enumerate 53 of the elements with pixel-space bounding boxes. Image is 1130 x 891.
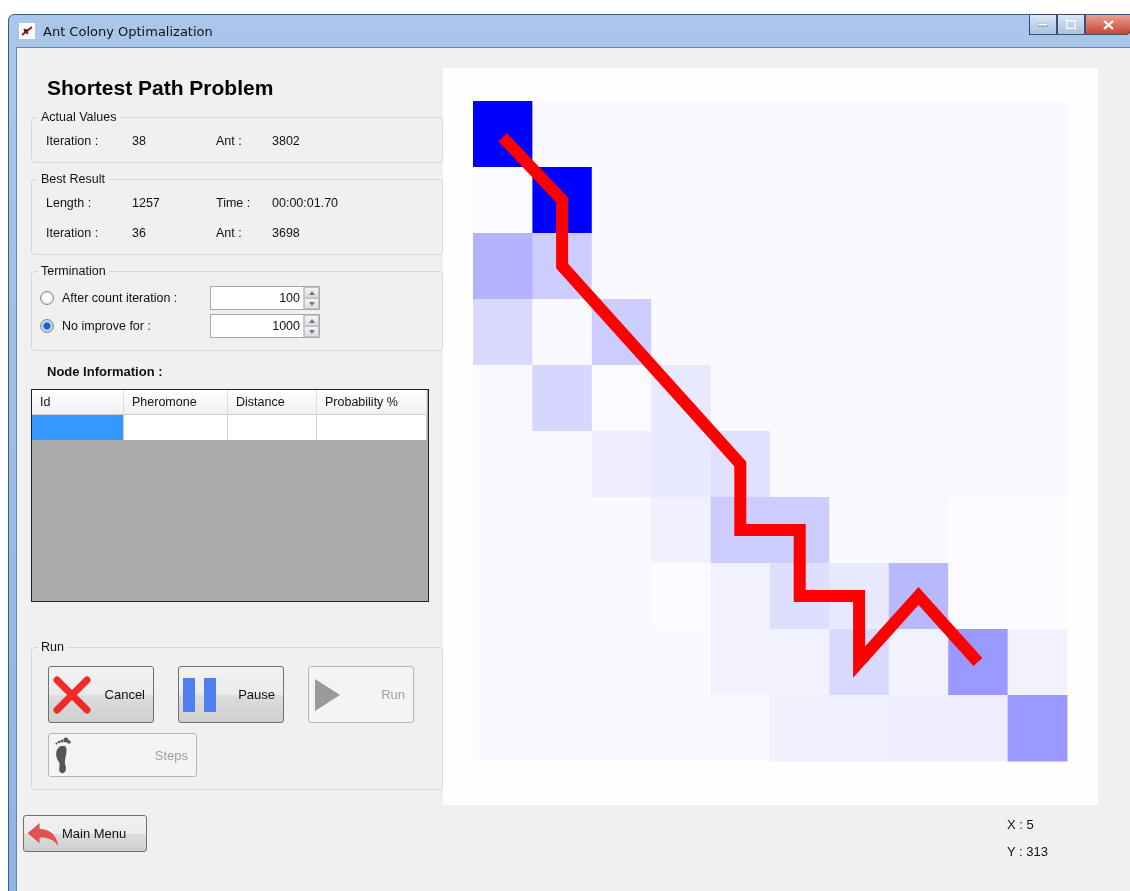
spin-up-icon[interactable]	[304, 315, 319, 326]
field-value: 36	[132, 226, 147, 240]
column-header[interactable]: Pheromone	[124, 390, 228, 415]
pause-icon	[183, 675, 219, 714]
field-value: 38	[132, 134, 147, 148]
cancel-button[interactable]: Cancel	[48, 666, 154, 723]
table-cell[interactable]	[317, 415, 427, 440]
group-title: Run	[40, 640, 65, 654]
spin-down-icon[interactable]	[304, 326, 319, 337]
section-title: Node Information :	[47, 364, 164, 379]
field-label: Iteration :	[46, 226, 100, 240]
spin-down-icon[interactable]	[304, 298, 319, 309]
back-arrow-icon	[26, 820, 60, 847]
pause-button[interactable]: Pause	[178, 666, 284, 723]
field-value: 00:00:01.70	[272, 196, 340, 210]
field-label: Ant :	[216, 134, 243, 148]
field-value: 1257	[132, 196, 161, 210]
play-icon	[313, 676, 341, 713]
minimize-button[interactable]	[1029, 14, 1057, 35]
table-cell[interactable]	[32, 415, 124, 440]
field-label: Iteration :	[46, 134, 100, 148]
x-icon	[53, 675, 91, 714]
close-icon	[1102, 19, 1114, 30]
radio-option[interactable]: No improve for :	[40, 319, 210, 333]
radio-option[interactable]: After count iteration :	[40, 291, 210, 305]
field-label: Ant :	[216, 226, 243, 240]
column-header[interactable]: Distance	[228, 390, 317, 415]
coordinate-readout: Y : 313	[1007, 844, 1049, 859]
minimize-icon	[1038, 22, 1048, 27]
table-cell[interactable]	[124, 415, 228, 440]
field-value: 3802	[272, 134, 301, 148]
column-header[interactable]: Probability %	[317, 390, 427, 415]
group-title: Best Result	[40, 172, 106, 186]
maximize-button[interactable]	[1057, 14, 1085, 35]
radio-button[interactable]	[40, 291, 54, 305]
table-cell[interactable]	[228, 415, 317, 440]
number-field[interactable]: 1000	[210, 314, 320, 338]
page-heading: Shortest Path Problem	[47, 76, 275, 100]
field-label: Time :	[216, 196, 252, 210]
maximize-icon	[1066, 20, 1076, 29]
number-field[interactable]: 100	[210, 286, 320, 310]
column-header[interactable]: Id	[32, 390, 124, 415]
coordinate-readout: X : 5	[1007, 817, 1035, 832]
close-button[interactable]	[1085, 14, 1130, 35]
ant-icon	[19, 23, 35, 39]
field-label: Length :	[46, 196, 93, 210]
field-value: 3698	[272, 226, 301, 240]
radio-button[interactable]	[40, 319, 54, 333]
group-title: Termination	[40, 264, 107, 278]
spin-up-icon[interactable]	[304, 287, 319, 298]
main-menu-button[interactable]: Main Menu	[23, 815, 147, 852]
window-title: Ant Colony Optimalization	[43, 23, 213, 39]
group-title: Actual Values	[40, 110, 118, 124]
